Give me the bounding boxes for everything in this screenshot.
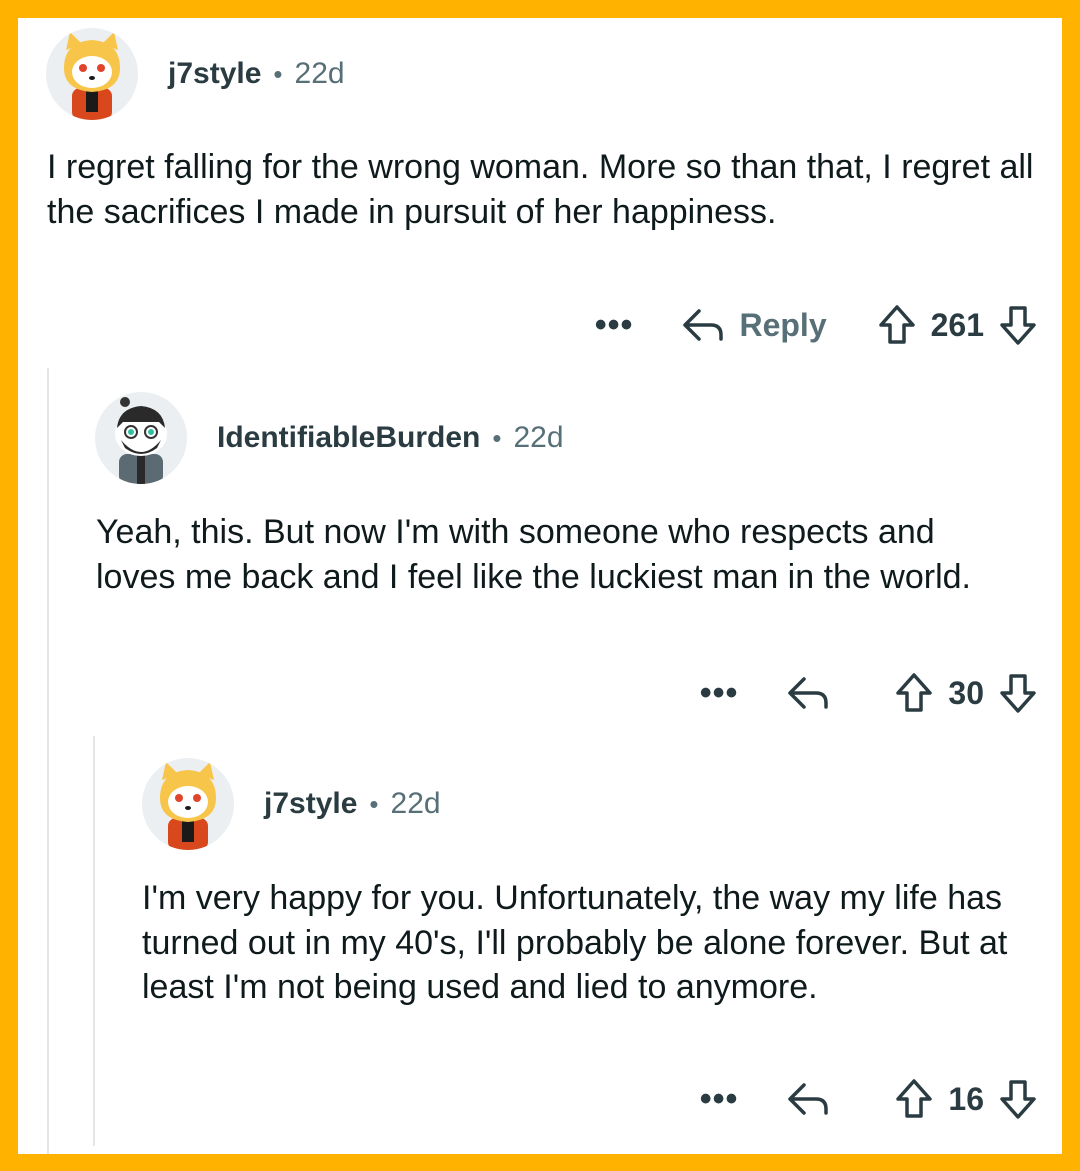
upvote-icon[interactable] <box>894 1078 934 1120</box>
comment-thread-card: j7style • 22d I regret falling for the w… <box>18 18 1062 1154</box>
comment-header: j7style • 22d <box>46 28 345 120</box>
reply-icon <box>788 1083 829 1115</box>
comment-actions: ••• 16 <box>700 1078 1038 1120</box>
username[interactable]: IdentifiableBurden <box>217 421 480 455</box>
more-options-button[interactable]: ••• <box>595 306 634 345</box>
reply-icon <box>788 677 829 709</box>
shiba-snoo-avatar-icon[interactable] <box>142 758 234 850</box>
comment: j7style • 22d I'm very happy for you. Un… <box>18 736 1062 1154</box>
meta-separator: • <box>492 422 502 453</box>
username[interactable]: j7style <box>264 787 357 821</box>
comment: j7style • 22d I regret falling for the w… <box>18 18 1062 368</box>
upvote-icon[interactable] <box>877 304 917 346</box>
more-options-button[interactable]: ••• <box>700 674 739 713</box>
more-options-button[interactable]: ••• <box>700 1080 739 1119</box>
comment-actions: ••• 30 <box>700 672 1038 714</box>
reply-icon <box>683 309 724 341</box>
comment-header: IdentifiableBurden • 22d <box>95 392 564 484</box>
vote-count: 16 <box>948 1080 984 1117</box>
vote-controls: 30 <box>894 672 1038 714</box>
comment-meta: j7style • 22d <box>168 57 345 91</box>
comment-body: Yeah, this. But now I'm with someone who… <box>96 513 971 596</box>
vote-count: 261 <box>930 306 984 343</box>
comment-body: I'm very happy for you. Unfortunately, t… <box>142 879 1008 1006</box>
comment-age: 22d <box>294 57 345 90</box>
reply-button[interactable]: Reply <box>681 305 827 345</box>
downvote-icon[interactable] <box>998 1078 1038 1120</box>
shiba-snoo-avatar-icon[interactable] <box>46 28 138 120</box>
comment: IdentifiableBurden • 22d Yeah, this. But… <box>18 368 1062 736</box>
vote-controls: 16 <box>894 1078 1038 1120</box>
comment-age: 22d <box>390 787 441 820</box>
meta-separator: • <box>273 58 283 89</box>
bearded-snoo-avatar-icon[interactable] <box>95 392 187 484</box>
reply-label: Reply <box>739 306 827 343</box>
comment-actions: ••• Reply 261 <box>595 304 1038 346</box>
upvote-icon[interactable] <box>894 672 934 714</box>
downvote-icon[interactable] <box>998 304 1038 346</box>
comment-meta: IdentifiableBurden • 22d <box>217 421 564 455</box>
vote-count: 30 <box>948 674 984 711</box>
reply-button[interactable] <box>786 673 844 713</box>
comment-body: I regret falling for the wrong woman. Mo… <box>47 148 1034 231</box>
reply-button[interactable] <box>786 1079 844 1119</box>
meta-separator: • <box>369 788 379 819</box>
comment-meta: j7style • 22d <box>264 787 441 821</box>
downvote-icon[interactable] <box>998 672 1038 714</box>
comment-age: 22d <box>513 421 564 454</box>
vote-controls: 261 <box>877 304 1038 346</box>
comment-header: j7style • 22d <box>142 758 441 850</box>
username[interactable]: j7style <box>168 57 261 91</box>
